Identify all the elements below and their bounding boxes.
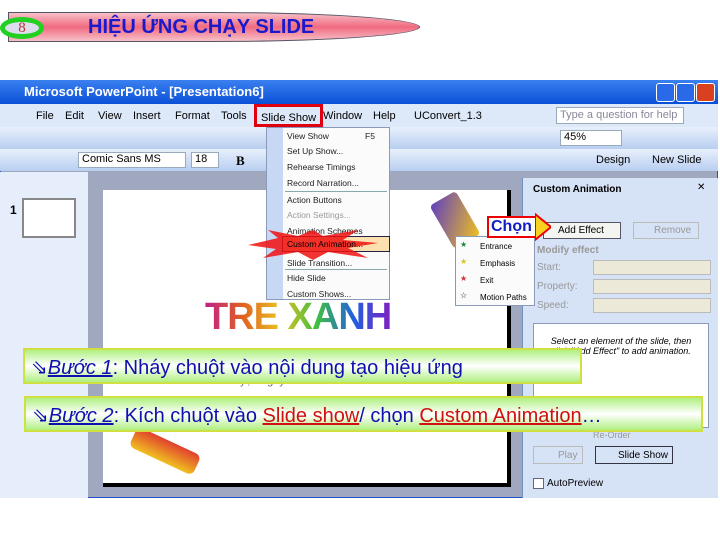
close-icon[interactable]: ✕ xyxy=(697,182,705,193)
menu-help[interactable]: Help xyxy=(373,110,396,122)
window-title: Microsoft PowerPoint - [Presentation6] xyxy=(0,80,718,104)
step-2-label: Bước 2 xyxy=(48,405,114,427)
arrow-right-icon xyxy=(535,212,551,242)
choose-callout: Chọn xyxy=(487,216,537,238)
page-title: HIỆU ỨNG CHẠY SLIDE xyxy=(88,16,315,38)
slide-show-menu: View Show F5 Set Up Show... Rehearse Tim… xyxy=(266,127,390,300)
start-label: Start: xyxy=(537,262,561,273)
custom-animation-pane: Custom Animation ✕ Add Effect Remove Mod… xyxy=(522,178,718,498)
remove-button[interactable]: Remove xyxy=(633,222,699,239)
custom-animation-link: Custom Animation xyxy=(419,405,582,427)
submenu-emphasis[interactable]: Emphasis xyxy=(480,259,515,268)
new-slide-button[interactable]: New Slide xyxy=(652,154,702,166)
speed-label: Speed: xyxy=(537,300,569,311)
minimize-button[interactable] xyxy=(656,83,675,102)
submenu-exit[interactable]: Exit xyxy=(480,276,493,285)
step-2-ellipsis: … xyxy=(581,405,602,427)
modify-effect-label: Modify effect xyxy=(537,245,599,256)
shortcut-f5: F5 xyxy=(365,131,375,141)
font-select[interactable]: Comic Sans MS xyxy=(78,152,186,168)
menu-item-set-up-show[interactable]: Set Up Show... xyxy=(287,146,343,156)
menu-item-action-settings[interactable]: Action Settings... xyxy=(287,210,351,220)
menu-item-action-buttons[interactable]: Action Buttons xyxy=(287,195,342,205)
slide-thumbnail[interactable] xyxy=(22,198,76,238)
emphasis-star-icon: ★ xyxy=(460,257,468,266)
step-1-label: Bước 1 xyxy=(47,357,113,379)
font-size-select[interactable]: 18 xyxy=(191,152,219,168)
thumbnail-number: 1 xyxy=(10,203,17,217)
submenu-motion-paths[interactable]: Motion Paths xyxy=(480,293,527,302)
menu-item-custom-animation[interactable]: Custom Animation... xyxy=(287,239,363,249)
slide-show-button[interactable]: Slide Show xyxy=(595,446,673,464)
play-button[interactable]: Play xyxy=(533,446,583,464)
menu-slide-show[interactable]: Slide Show xyxy=(254,104,324,127)
entrance-star-icon: ★ xyxy=(460,240,468,249)
motion-path-star-icon: ☆ xyxy=(460,291,468,300)
exit-star-icon: ★ xyxy=(460,274,468,283)
slide-logo: TRE XANH xyxy=(205,296,392,338)
menu-format[interactable]: Format xyxy=(175,110,210,122)
menu-item-view-show[interactable]: View Show xyxy=(287,131,329,141)
close-button[interactable] xyxy=(696,83,715,102)
menu-item-hide-slide[interactable]: Hide Slide xyxy=(287,273,326,283)
task-pane-title: Custom Animation xyxy=(533,184,622,195)
step-arrow-icon: ⇘ xyxy=(31,357,48,379)
menu-tools[interactable]: Tools xyxy=(221,110,247,122)
step-2-text: : Kích chuột vào xyxy=(113,405,263,427)
step-2-text-mid: / chọn xyxy=(359,405,420,427)
autopreview-label: AutoPreview xyxy=(547,478,604,489)
property-select[interactable] xyxy=(593,279,711,294)
start-select[interactable] xyxy=(593,260,711,275)
zoom-select[interactable]: 45% xyxy=(560,130,622,146)
slide-show-link: Slide show xyxy=(262,405,360,427)
autopreview-checkbox[interactable] xyxy=(533,478,544,489)
bold-button[interactable]: B xyxy=(236,153,245,169)
menu-file[interactable]: File xyxy=(36,110,54,122)
step-arrow-icon: ⇘ xyxy=(32,405,49,427)
menu-view[interactable]: View xyxy=(98,110,122,122)
maximize-button[interactable] xyxy=(676,83,695,102)
step-2-box: ⇘Bước 2: Kích chuột vào Slide show/ chọn… xyxy=(24,396,703,432)
step-1-box: ⇘Bước 1: Nháy chuột vào nội dung tạo hiệ… xyxy=(23,348,582,384)
submenu-entrance[interactable]: Entrance xyxy=(480,242,512,251)
menu-item-record-narration[interactable]: Record Narration... xyxy=(287,178,359,188)
add-effect-button[interactable]: Add Effect xyxy=(543,222,621,239)
speed-select[interactable] xyxy=(593,298,711,313)
menu-insert[interactable]: Insert xyxy=(133,110,161,122)
menu-uconvert[interactable]: UConvert_1.3 xyxy=(414,110,482,122)
help-search-input[interactable]: Type a question for help xyxy=(556,107,684,124)
menu-edit[interactable]: Edit xyxy=(65,110,84,122)
menu-window[interactable]: Window xyxy=(323,110,362,122)
design-button[interactable]: Design xyxy=(596,154,630,166)
step-1-text: : Nháy chuột vào nội dung tạo hiệu ứng xyxy=(112,357,463,379)
menu-item-rehearse-timings[interactable]: Rehearse Timings xyxy=(287,162,356,172)
slide-number: 8 xyxy=(0,17,44,39)
add-effect-submenu: ★ Entrance ★ Emphasis ★ Exit ☆ Motion Pa… xyxy=(455,236,535,306)
property-label: Property: xyxy=(537,281,578,292)
menu-item-custom-shows[interactable]: Custom Shows... xyxy=(287,289,351,299)
